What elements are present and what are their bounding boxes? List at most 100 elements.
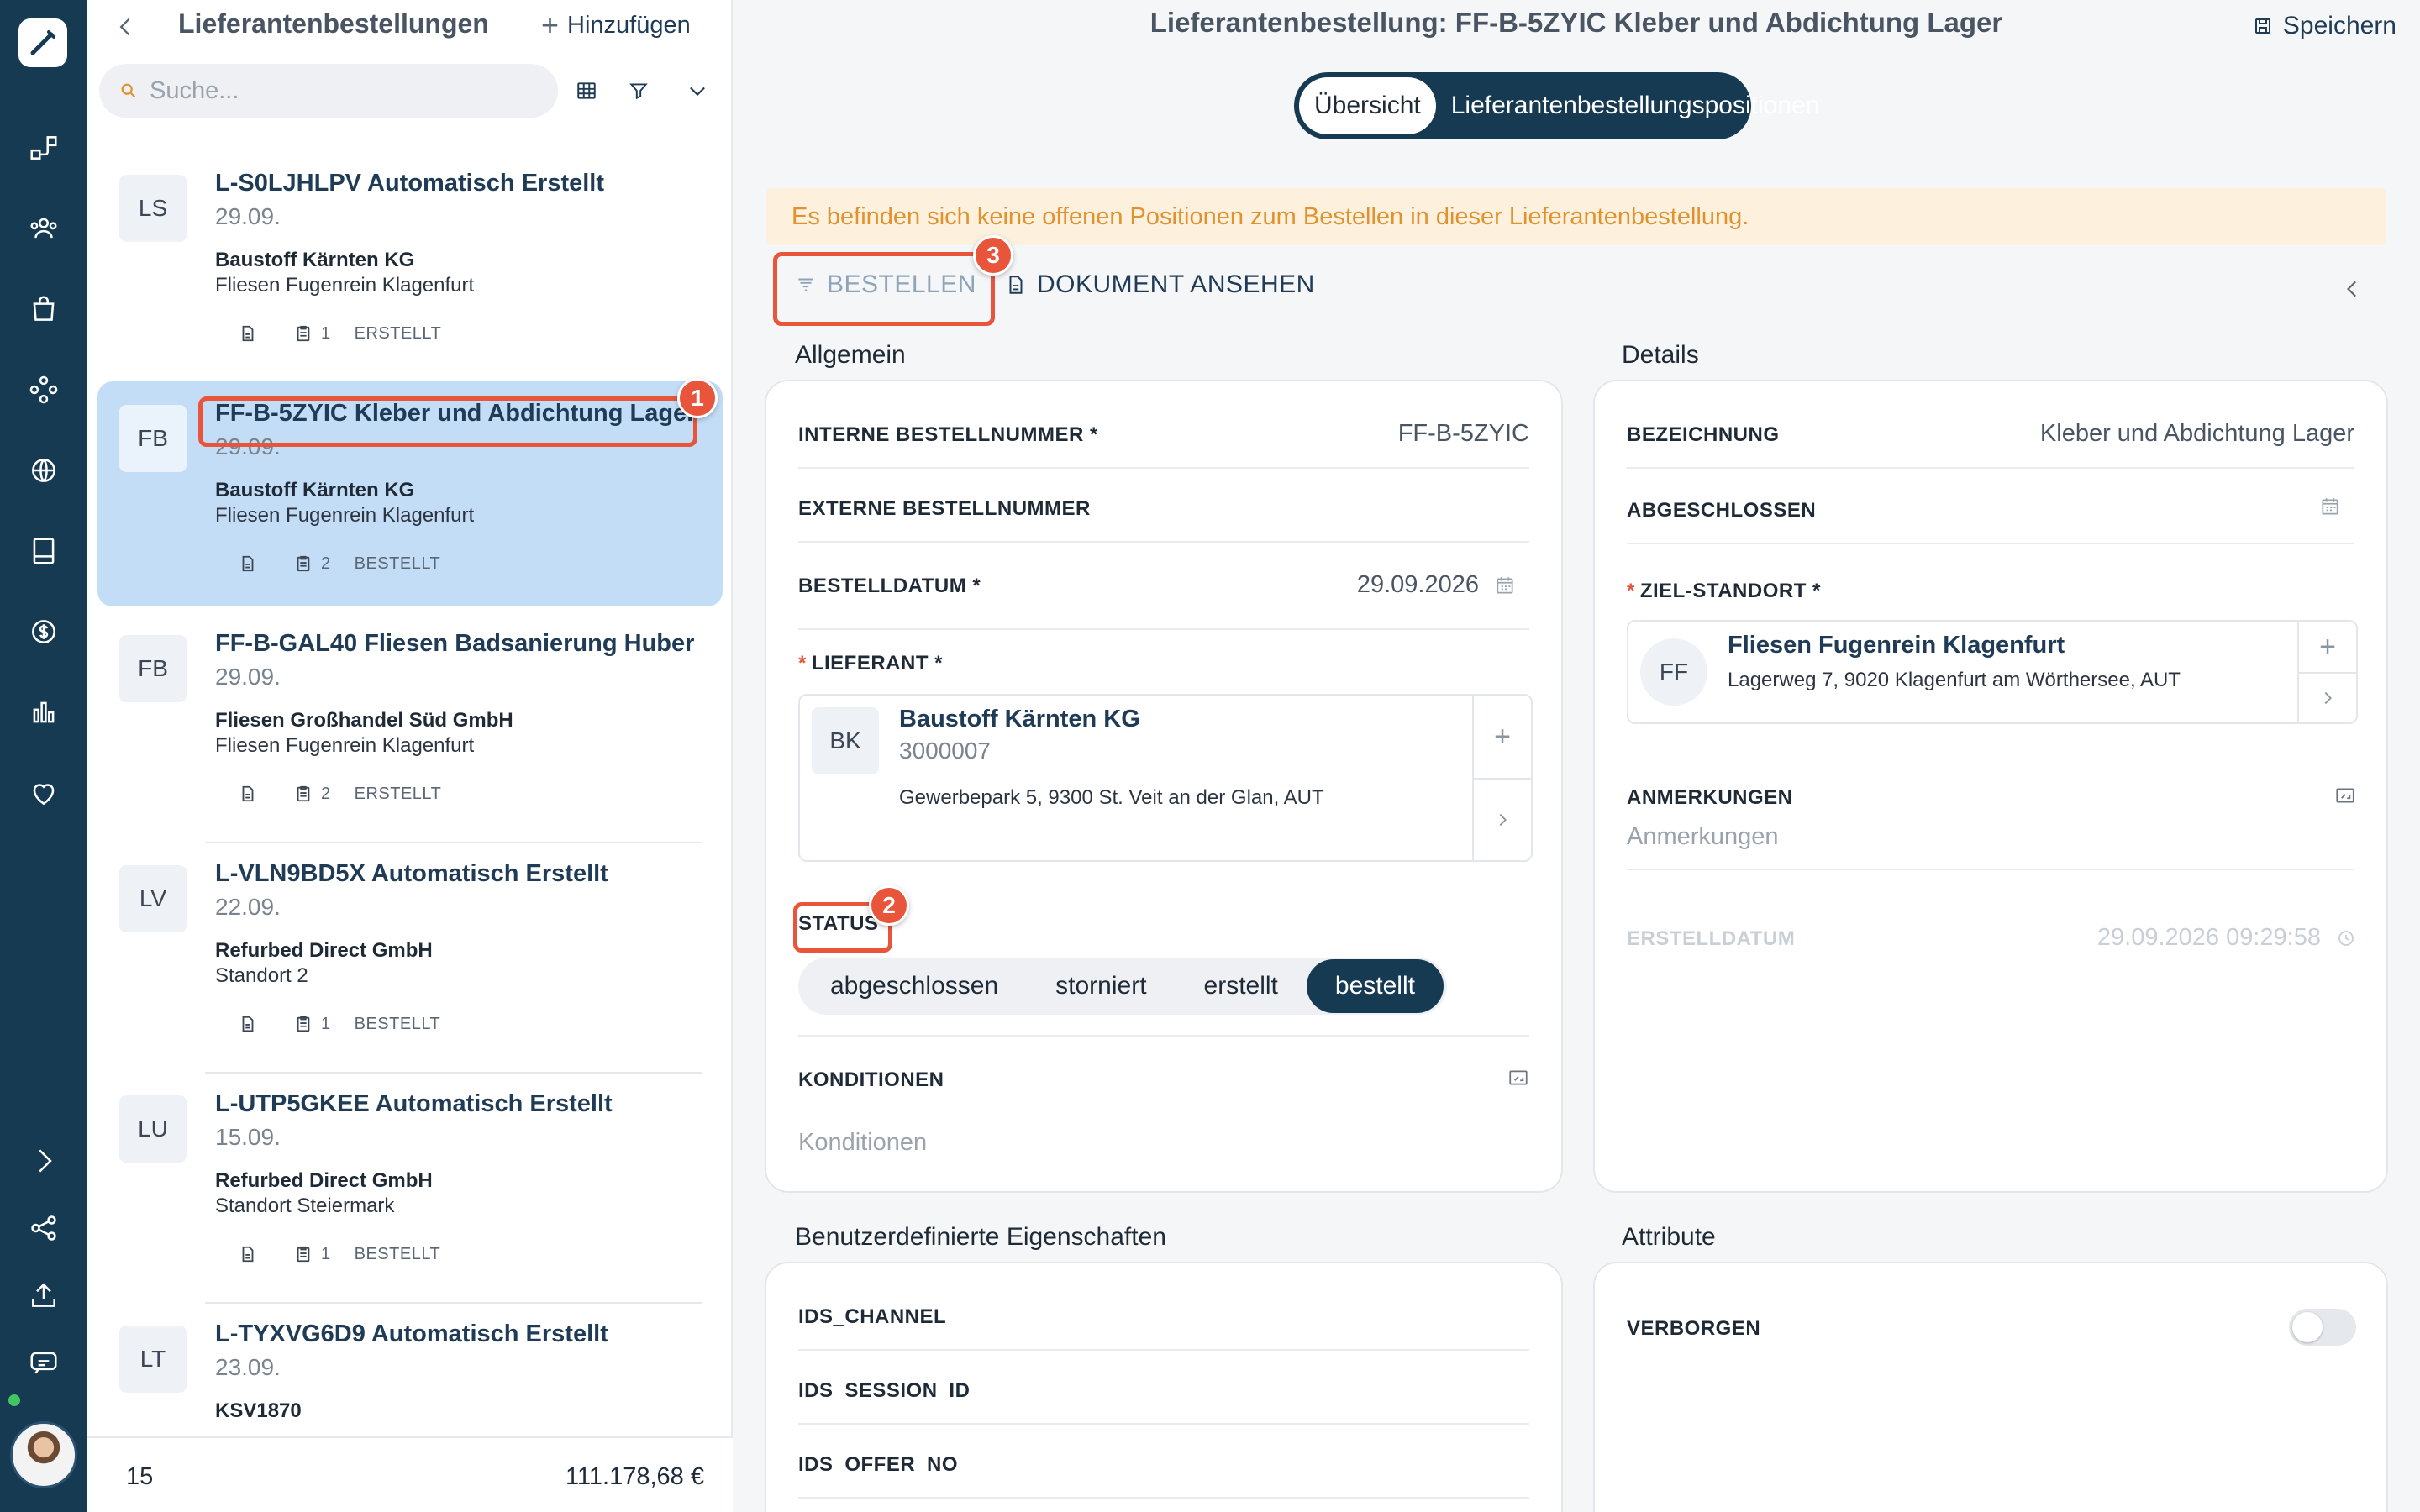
chevron-down-icon[interactable] [679, 72, 716, 109]
plus-icon: + [541, 8, 560, 42]
order-location: Fliesen Fugenrein Klagenfurt [215, 504, 475, 527]
add-location-icon[interactable]: + [2299, 622, 2356, 672]
users-icon[interactable] [25, 210, 62, 247]
order-supplier: Fliesen Großhandel Süd GmbH [215, 709, 513, 732]
add-button-label: Hinzufügen [567, 11, 691, 39]
shopping-bag-icon[interactable] [25, 291, 62, 328]
order-date-row[interactable]: BESTELLDATUM * 29.09.2026 [798, 543, 1529, 630]
target-location-card[interactable]: FF Fliesen Fugenrein Klagenfurt Lagerweg… [1627, 620, 2358, 724]
position-count: 1 [321, 1244, 331, 1263]
order-list-item[interactable]: LT L-TYXVG6D9 Automatisch Erstellt 23.09… [97, 1302, 723, 1428]
order-list-item[interactable]: LV L-VLN9BD5X Automatisch Erstellt 22.09… [97, 842, 723, 1074]
heart-icon[interactable] [25, 774, 62, 811]
save-button-label: Speichern [2282, 12, 2396, 39]
order-date-value: 29.09.2026 [1357, 571, 1516, 599]
supplier-card[interactable]: BK Baustoff Kärnten KG 3000007 Gewerbepa… [798, 694, 1533, 862]
clipboard-icon [292, 783, 314, 805]
details-card: BEZEICHNUNG Kleber und Abdichtung Lager … [1593, 380, 2388, 1193]
open-location-chevron-icon[interactable] [2299, 672, 2356, 722]
avatar-initials: LV [119, 865, 187, 932]
avatar-initials: LS [119, 175, 187, 242]
tab-order-positions[interactable]: Lieferantenbestellungspositionen [1436, 77, 1835, 134]
expand-textarea-icon[interactable] [1507, 1067, 1529, 1093]
detail-view: Lieferantenbestellung: FF-B-5ZYIC Kleber… [733, 0, 2420, 1512]
table-view-icon[interactable] [568, 72, 605, 109]
custom-field-row[interactable]: IDS_SESSION_ID [798, 1351, 1529, 1425]
order-list-item[interactable]: LS L-S0LJHLPV Automatisch Erstellt 29.09… [97, 151, 723, 383]
share-icon[interactable] [25, 1210, 62, 1247]
avatar-initials: LT [119, 1326, 187, 1393]
order-supplier: Baustoff Kärnten KG [215, 249, 415, 271]
document-icon [1009, 276, 1023, 294]
order-location: Standort Steiermark [215, 1194, 395, 1217]
workflow-icon[interactable] [25, 129, 62, 166]
search-field[interactable] [99, 64, 558, 118]
add-button[interactable]: + Hinzufügen [541, 10, 691, 40]
expand-notes-icon[interactable] [2334, 785, 2356, 811]
document-icon [237, 1243, 259, 1265]
filter-icon[interactable] [620, 72, 657, 109]
status-option-cancelled[interactable]: storniert [1027, 959, 1175, 1013]
supplier-label-text: LIEFERANT * [811, 652, 944, 675]
status-option-closed[interactable]: abgeschlossen [802, 959, 1027, 1013]
hidden-toggle[interactable] [2289, 1309, 2356, 1346]
internal-order-number-label: INTERNE BESTELLNUMMER * [798, 423, 1098, 446]
custom-field-row[interactable]: IDS_CHANNEL [798, 1263, 1529, 1351]
custom-field-row[interactable]: IDS_OFFER_NO [798, 1425, 1529, 1499]
network-icon[interactable] [25, 371, 62, 408]
conditions-input[interactable]: Konditionen [798, 1129, 927, 1157]
add-supplier-icon[interactable]: + [1474, 696, 1531, 778]
internal-order-number-row[interactable]: INTERNE BESTELLNUMMER * FF-B-5ZYIC [798, 381, 1529, 469]
chevron-right-icon[interactable] [25, 1142, 62, 1179]
calendar-icon[interactable] [1494, 575, 1516, 596]
position-count: 2 [321, 554, 331, 573]
target-location-avatar: FF [1640, 638, 1707, 706]
annotation-badge-2: 2 [869, 885, 909, 926]
internal-order-number-value: FF-B-5ZYIC [1397, 420, 1529, 447]
order-title: FF-B-GAL40 Fliesen Badsanierung Huber [215, 630, 695, 657]
notes-label: ANMERKUNGEN [1627, 786, 1793, 809]
order-title: L-S0LJHLPV Automatisch Erstellt [215, 170, 605, 197]
save-button[interactable]: Speichern [2253, 12, 2396, 40]
bar-chart-icon[interactable] [25, 694, 62, 731]
document-icon [237, 323, 259, 344]
tab-overview[interactable]: Übersicht [1299, 77, 1436, 134]
globe-icon[interactable] [25, 452, 62, 489]
order-title: L-VLN9BD5X Automatisch Erstellt [215, 860, 608, 887]
position-count: 1 [321, 323, 331, 343]
supplier-address: Gewerbepark 5, 9300 St. Veit an der Glan… [899, 786, 1324, 809]
closed-row[interactable]: ABGESCHLOSSEN [1627, 469, 2354, 544]
notes-input[interactable]: Anmerkungen [1627, 823, 1779, 851]
book-icon[interactable] [25, 533, 62, 570]
order-date: 23.09. [215, 1354, 281, 1380]
pen-logo-icon[interactable] [18, 18, 67, 67]
status-option-ordered[interactable]: bestellt [1306, 959, 1444, 1013]
collapse-chevron-icon[interactable] [2336, 272, 2370, 306]
order-list-item[interactable]: LU L-UTP5GKEE Automatisch Erstellt 15.09… [97, 1072, 723, 1304]
order-list-item[interactable]: FB FF-B-GAL40 Fliesen Badsanierung Huber… [97, 612, 723, 843]
order-date: 29.09. [215, 664, 281, 690]
document-icon [237, 553, 259, 575]
chat-icon[interactable] [25, 1344, 62, 1381]
upload-icon[interactable] [25, 1277, 62, 1314]
view-document-button[interactable]: DOKUMENT ANSEHEN [1005, 270, 1315, 299]
external-order-number-row[interactable]: EXTERNE BESTELLNUMMER [798, 469, 1529, 543]
name-row[interactable]: BEZEICHNUNG Kleber und Abdichtung Lager [1627, 381, 2354, 469]
custom-field-label: IDS_CHANNEL [798, 1305, 947, 1328]
supplier-avatar: BK [812, 707, 879, 774]
divider [798, 1035, 1529, 1037]
open-supplier-chevron-icon[interactable] [1474, 778, 1531, 860]
total-count: 15 [126, 1463, 154, 1490]
clock-icon [2338, 930, 2354, 946]
notes-input-row[interactable]: Anmerkungen [1627, 818, 2354, 870]
search-input[interactable] [150, 76, 519, 105]
custom-properties-heading: Benutzerdefinierte Eigenschaften [795, 1223, 1166, 1251]
general-card: INTERNE BESTELLNUMMER * FF-B-5ZYIC EXTER… [765, 380, 1563, 1193]
dollar-icon[interactable] [25, 613, 62, 650]
user-avatar[interactable] [10, 1421, 77, 1488]
status-badge: BESTELLT [354, 1014, 441, 1033]
status-option-created[interactable]: erstellt [1176, 959, 1307, 1013]
back-chevron-icon[interactable] [111, 12, 141, 42]
annotation-badge-1: 1 [677, 378, 718, 418]
closed-calendar-icon[interactable] [2319, 496, 2341, 517]
